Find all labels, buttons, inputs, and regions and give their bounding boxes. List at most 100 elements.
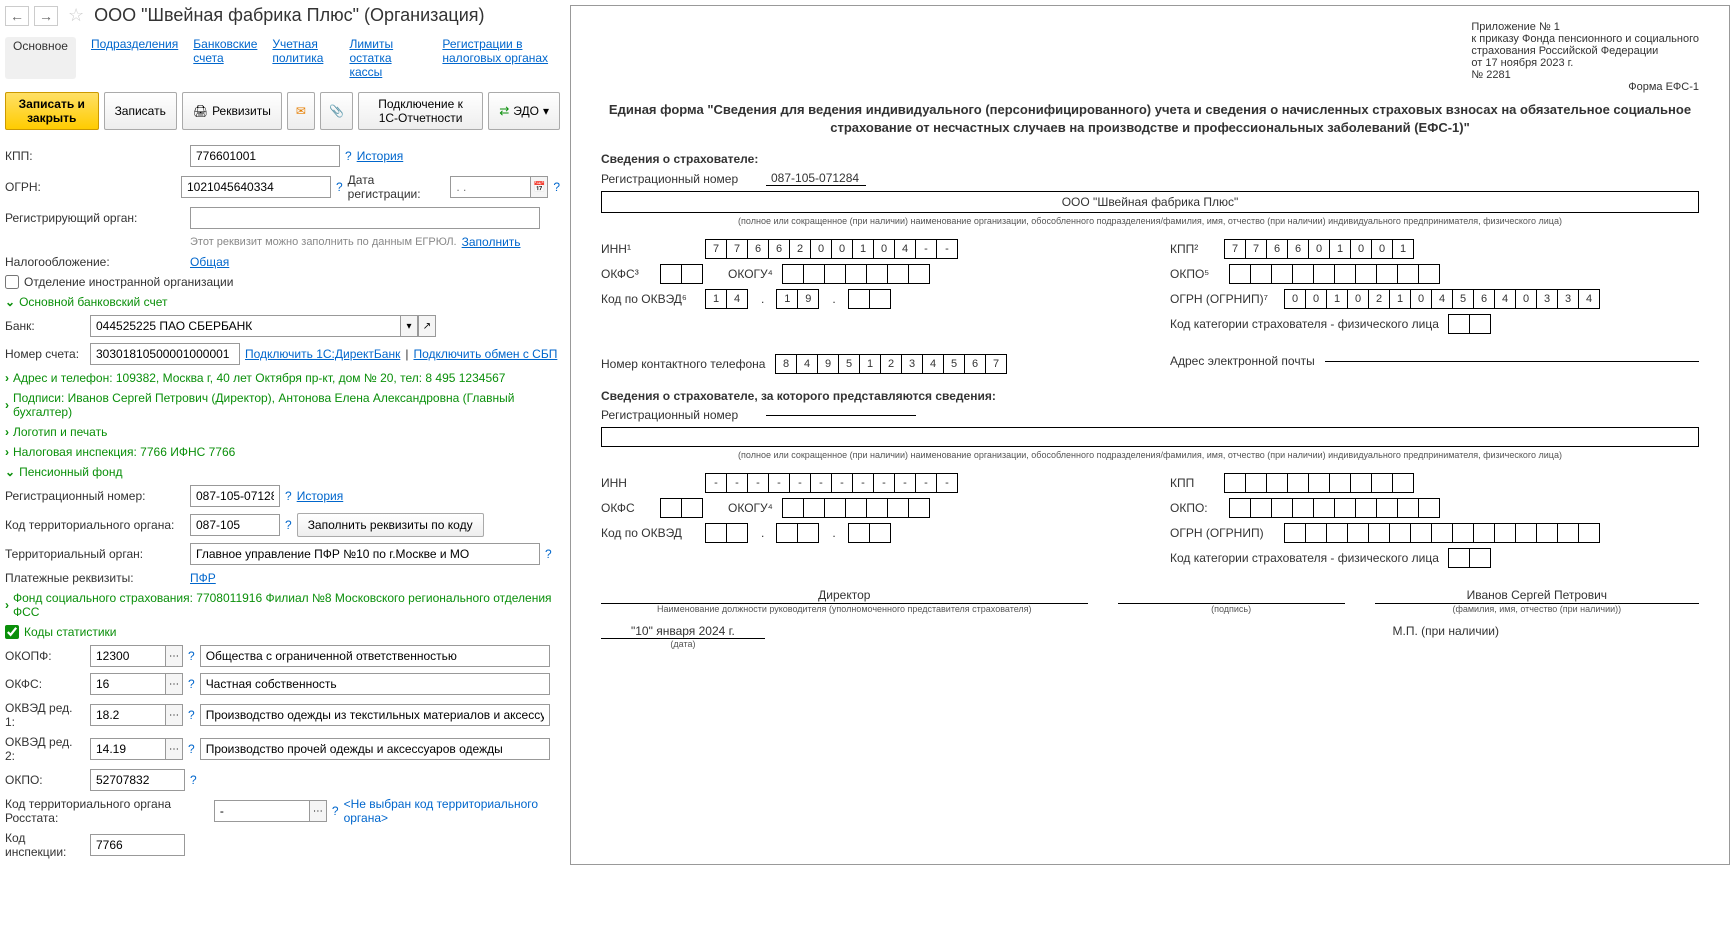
taxation-link[interactable]: Общая xyxy=(190,255,229,269)
pfr-authority-input[interactable] xyxy=(190,543,540,565)
pfr-authority-help[interactable]: ? xyxy=(545,547,552,561)
doc-okfs-label: ОКФС³ xyxy=(601,267,651,281)
nav-back-button[interactable]: ← xyxy=(5,6,29,26)
doc-okved-label2: Код по ОКВЭД xyxy=(601,526,696,540)
doc-individual-code-label: Код категории страхователя - физического… xyxy=(1170,317,1439,331)
okpo-label: ОКПО: xyxy=(5,773,85,787)
bank-input[interactable] xyxy=(90,315,400,337)
pfr-reg-help[interactable]: ? xyxy=(285,489,292,503)
signatures-section-header[interactable]: Подписи: Иванов Сергей Петрович (Директо… xyxy=(5,391,560,419)
okopf-desc-input[interactable] xyxy=(200,645,550,667)
okved1-help[interactable]: ? xyxy=(188,708,195,722)
calendar-button[interactable]: 📅 xyxy=(530,176,548,198)
directbank-link[interactable]: Подключить 1С:ДиректБанк xyxy=(245,347,400,361)
doc-okpo-cells xyxy=(1230,264,1440,284)
doc-okved-g1: 14 xyxy=(706,289,748,309)
fill-by-code-button[interactable]: Заполнить реквизиты по коду xyxy=(297,513,484,537)
doc-org-name2 xyxy=(601,427,1699,447)
tab-main[interactable]: Основное xyxy=(5,37,76,79)
doc-inn-cells2: ------------ xyxy=(706,473,958,493)
reg-date-help-icon[interactable]: ? xyxy=(553,180,560,194)
doc-ogrn-label: ОГРН (ОГРНИП)⁷ xyxy=(1170,292,1275,306)
tax-inspection-section-header[interactable]: Налоговая инспекция: 7766 ИФНС 7766 xyxy=(5,445,560,459)
doc-okved-g2: 19 xyxy=(777,289,819,309)
okved1-desc-input[interactable] xyxy=(200,704,550,726)
ogrn-help-icon[interactable]: ? xyxy=(336,180,343,194)
bank-section-header[interactable]: Основной банковский счет xyxy=(5,295,560,309)
okfs-help[interactable]: ? xyxy=(188,677,195,691)
sbp-link[interactable]: Подключить обмен с СБП xyxy=(413,347,557,361)
okved2-help[interactable]: ? xyxy=(188,742,195,756)
pfr-history-link[interactable]: История xyxy=(297,489,344,503)
doc-individual-cells xyxy=(1449,314,1491,334)
tab-accounting-policy[interactable]: Учетная политика xyxy=(272,37,334,79)
connect-1c-button[interactable]: Подключение к 1С-Отчетности xyxy=(358,92,483,130)
save-close-button[interactable]: Записать и закрыть xyxy=(5,92,99,130)
pfr-payment-link[interactable]: ПФР xyxy=(190,571,216,585)
doc-kpp-label2: КПП xyxy=(1170,476,1215,490)
bank-dropdown-button[interactable]: ▾ xyxy=(400,315,418,337)
rosstat-code-input[interactable] xyxy=(214,800,309,822)
okfs-desc-input[interactable] xyxy=(200,673,550,695)
okfs-select-button[interactable]: ⋯ xyxy=(165,673,183,695)
doc-reg-number-label2: Регистрационный номер xyxy=(601,408,756,422)
okved2-desc-input[interactable] xyxy=(200,738,550,760)
okved1-select-button[interactable]: ⋯ xyxy=(165,704,183,726)
okved2-select-button[interactable]: ⋯ xyxy=(165,738,183,760)
address-section-header[interactable]: Адрес и телефон: 109382, Москва г, 40 ле… xyxy=(5,371,560,385)
okved2-input[interactable] xyxy=(90,738,165,760)
bank-open-button[interactable]: ↗ xyxy=(418,315,436,337)
doc-org-name: ООО "Швейная фабрика Плюс" xyxy=(601,191,1699,213)
doc-ogrn-cells: 001021045640334 xyxy=(1285,289,1600,309)
kpp-help-icon[interactable]: ? xyxy=(345,149,352,163)
pfr-territory-help[interactable]: ? xyxy=(285,518,292,532)
doc-phone-label: Номер контактного телефона xyxy=(601,357,766,371)
stats-checkbox[interactable] xyxy=(5,625,19,639)
pension-section-header[interactable]: Пенсионный фонд xyxy=(5,465,560,479)
okopf-select-button[interactable]: ⋯ xyxy=(165,645,183,667)
doc-email-value xyxy=(1325,361,1699,362)
doc-inn-label2: ИНН xyxy=(601,476,696,490)
save-button[interactable]: Записать xyxy=(104,92,177,130)
fill-egrul-link[interactable]: Заполнить xyxy=(462,235,521,249)
attach-button[interactable]: 📎 xyxy=(320,92,353,130)
doc-signature-caption: (подпись) xyxy=(1118,604,1345,614)
tab-cash-limits[interactable]: Лимиты остатка кассы xyxy=(349,37,427,79)
foreign-branch-checkbox[interactable] xyxy=(5,275,19,289)
bank-label: Банк: xyxy=(5,319,85,333)
chevron-down-icon: ▾ xyxy=(543,104,549,118)
okopf-help[interactable]: ? xyxy=(188,649,195,663)
reg-date-input[interactable] xyxy=(450,176,530,198)
doc-stamp-text: М.П. (при наличии) xyxy=(795,624,1699,638)
nav-forward-button[interactable]: → xyxy=(34,6,58,26)
tab-tax-registrations[interactable]: Регистрации в налоговых органах xyxy=(442,37,560,79)
kpp-input[interactable] xyxy=(190,145,340,167)
requisites-button[interactable]: 🖨Реквизиты xyxy=(182,92,282,130)
email-button[interactable]: ✉ xyxy=(287,92,315,130)
fss-section-header[interactable]: Фонд социального страхования: 7708011916… xyxy=(5,591,560,619)
kpp-history-link[interactable]: История xyxy=(357,149,404,163)
document-preview: Приложение № 1 к приказу Фонда пенсионно… xyxy=(570,5,1730,865)
pfr-reg-input[interactable] xyxy=(190,485,280,507)
tab-divisions[interactable]: Подразделения xyxy=(91,37,178,79)
doc-email-label: Адрес электронной почты xyxy=(1170,354,1315,368)
tab-bank-accounts[interactable]: Банковские счета xyxy=(193,37,257,79)
rosstat-select-button[interactable]: ⋯ xyxy=(309,800,327,822)
favorite-star-icon[interactable]: ☆ xyxy=(68,5,84,26)
account-input[interactable] xyxy=(90,343,240,365)
ogrn-input[interactable] xyxy=(181,176,331,198)
okved1-input[interactable] xyxy=(90,704,165,726)
okpo-help[interactable]: ? xyxy=(190,773,197,787)
rosstat-help[interactable]: ? xyxy=(332,804,339,818)
pfr-territory-code-input[interactable] xyxy=(190,514,280,536)
reg-authority-input[interactable] xyxy=(190,207,540,229)
logo-section-header[interactable]: Логотип и печать xyxy=(5,425,560,439)
inspection-code-input[interactable] xyxy=(90,834,185,856)
okopf-input[interactable] xyxy=(90,645,165,667)
doc-date-value: "10" января 2024 г. xyxy=(601,624,765,639)
stats-section-title[interactable]: Коды статистики xyxy=(24,625,116,639)
okpo-input[interactable] xyxy=(90,769,185,791)
okfs-input[interactable] xyxy=(90,673,165,695)
pfr-payment-label: Платежные реквизиты: xyxy=(5,571,185,585)
edo-button[interactable]: ⇄ ЭДО ▾ xyxy=(488,92,560,130)
